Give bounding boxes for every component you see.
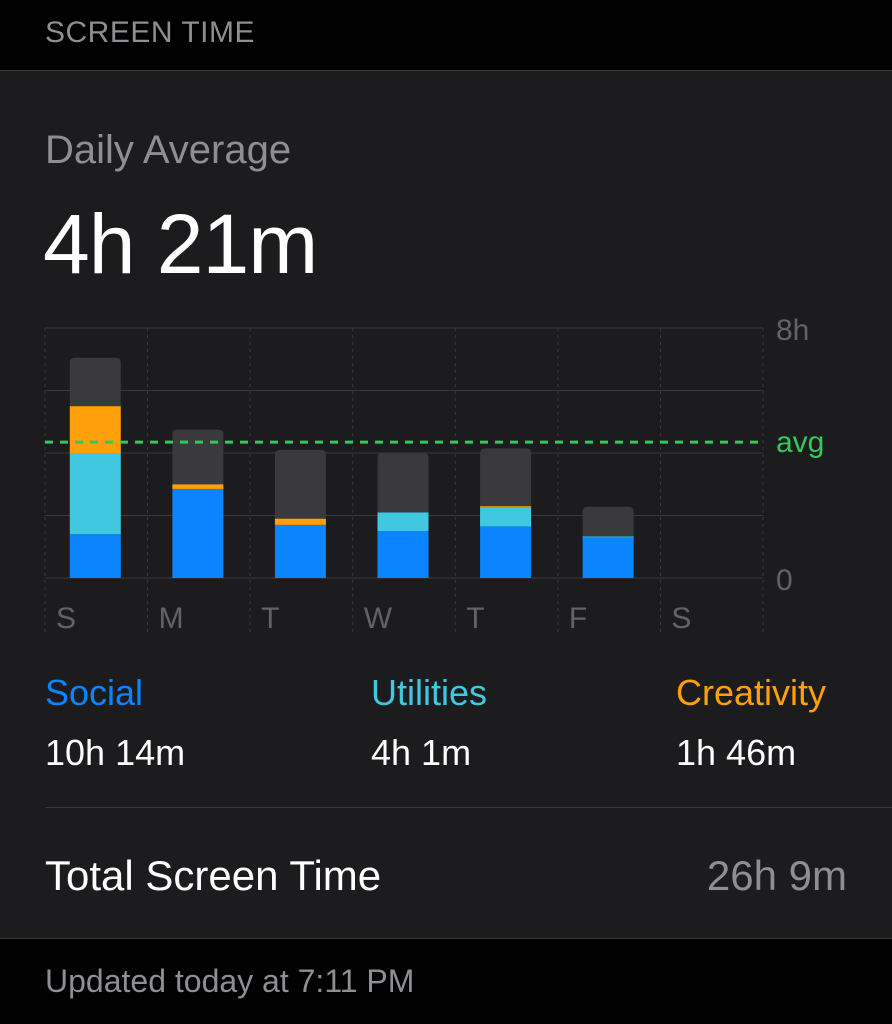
day-label: W [364,602,393,635]
day-label: S [671,602,691,635]
average-label: avg [776,426,824,459]
footer: Updated today at 7:11 PM [0,938,892,1024]
total-screen-time-label[interactable]: Total Screen Time [45,852,381,900]
bar-segment-utilities [69,453,121,535]
bar-segment-utilities [377,512,429,532]
section-header-title: SCREEN TIME [45,16,255,49]
bar-segment-creativity [274,518,326,525]
day-label: T [261,602,279,635]
bar-segment-social [582,537,634,578]
category-utilities-value: 4h 1m [371,732,472,773]
bar-segment-utilities [582,536,634,538]
category-utilities-label: Utilities [371,672,488,713]
day-label: F [569,602,587,635]
day-label: S [56,602,76,635]
bar-segment-utilities [480,507,532,527]
bar-segment-creativity [172,484,224,489]
divider [45,807,892,808]
section-header: SCREEN TIME [0,0,892,70]
bar-segment-other [274,449,326,519]
bar-segment-creativity [480,506,532,508]
total-screen-time-value: 26h 9m [706,852,847,899]
updated-timestamp: Updated today at 7:11 PM [45,963,415,999]
bar-segment-other [172,429,224,485]
bar-segment-other [480,448,532,507]
day-label: T [466,602,484,635]
y-tick-label: 0 [776,564,793,597]
bar-segment-social [172,488,224,578]
category-creativity-value: 1h 46m [676,732,797,773]
bar-segment-social [274,524,326,578]
bar-segment-social [480,526,532,578]
usage-bar-chart[interactable]: S M T W T F Savg 8h 0 [0,310,892,650]
daily-average-value: 4h 21m [43,197,318,291]
bar-segment-creativity [69,406,121,453]
category-social-value: 10h 14m [45,732,186,773]
bar-segment-other [69,357,121,407]
daily-average-label: Daily Average [45,128,292,172]
category-creativity-label: Creativity [676,672,827,713]
bar-segment-social [69,534,121,578]
category-social-label: Social [45,672,144,713]
y-tick-label: 8h [776,314,809,347]
bar-segment-other [582,506,634,537]
bar-segment-other [377,453,429,513]
day-label: M [159,602,184,635]
bar-segment-social [377,531,429,578]
